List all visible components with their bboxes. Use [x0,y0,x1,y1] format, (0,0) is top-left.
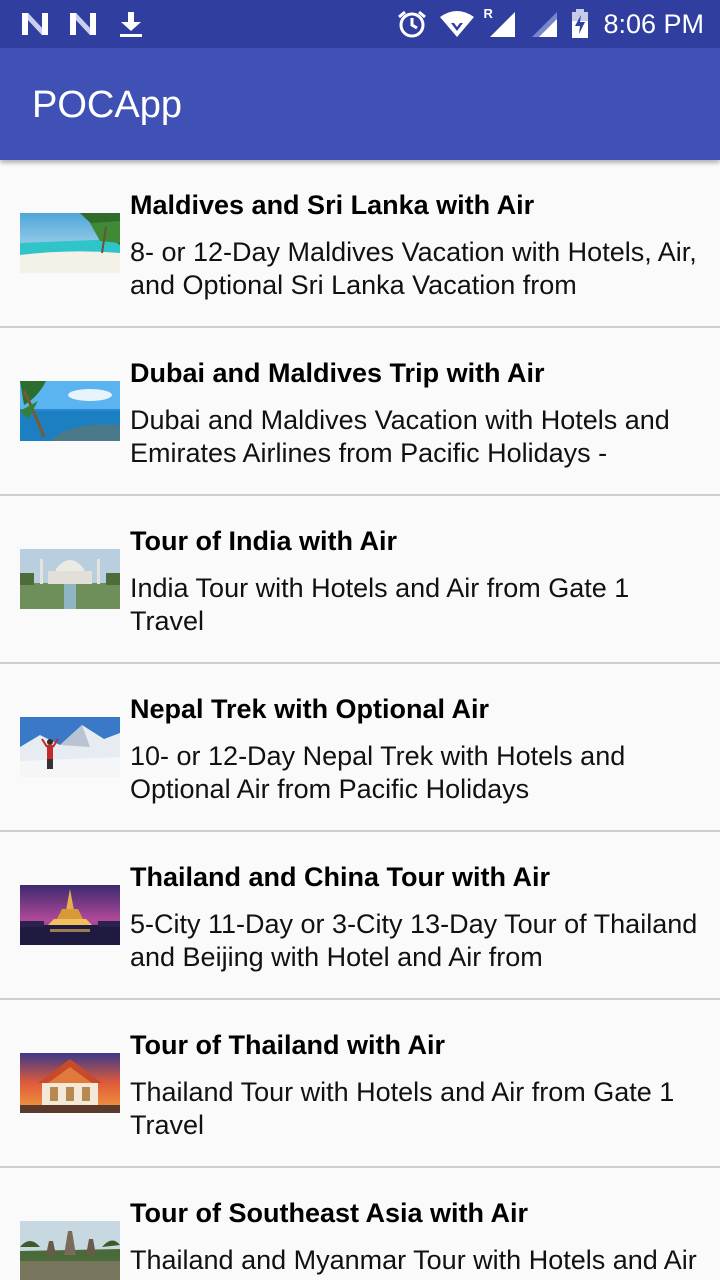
deals-list[interactable]: Maldives and Sri Lanka with Air 8- or 12… [0,160,720,1280]
thai-temple-night-thumbnail [20,885,120,945]
list-item[interactable]: Nepal Trek with Optional Air 10- or 12-D… [0,664,720,832]
deal-description: Thailand and Myanmar Tour with Hotels an… [130,1245,697,1280]
taj-mahal-thumbnail [20,549,120,609]
list-item[interactable]: Maldives and Sri Lanka with Air 8- or 12… [0,160,720,328]
list-item[interactable]: Tour of Thailand with Air Thailand Tour … [0,1000,720,1168]
deal-description: Thailand Tour with Hotels and Air from G… [130,1077,675,1140]
wifi-icon [439,10,475,38]
list-item[interactable]: Tour of Southeast Asia with Air Thailand… [0,1168,720,1280]
battery-charging-icon [571,9,589,39]
deal-title: Tour of Southeast Asia with Air [130,1198,529,1228]
deal-description: Dubai and Maldives Vacation with Hotels … [130,405,670,468]
status-bar-notifications [20,8,164,40]
roaming-label: R [483,6,493,21]
download-icon [116,10,146,38]
alarm-icon [397,9,427,39]
list-item[interactable]: Dubai and Maldives Trip with Air Dubai a… [0,328,720,496]
signal-roaming-icon: R [483,6,517,38]
deal-title: Tour of Thailand with Air [130,1030,445,1060]
list-item[interactable]: Thailand and China Tour with Air 5-City … [0,832,720,1000]
mountain-trekker-thumbnail [20,717,120,777]
deal-description: 5-City 11-Day or 3-City 13-Day Tour of T… [130,909,698,972]
deal-title: Thailand and China Tour with Air [130,862,550,892]
deal-title: Tour of India with Air [130,526,397,556]
deal-title: Maldives and Sri Lanka with Air [130,190,535,220]
n-notification-icon [20,11,50,37]
n-notification-icon [68,11,98,37]
deal-description: 10- or 12-Day Nepal Trek with Hotels and… [130,741,626,804]
status-bar-system: R 8:06 PM [385,6,704,40]
list-item[interactable]: Tour of India with Air India Tour with H… [0,496,720,664]
beach-palm-thumbnail [20,213,120,273]
palm-ocean-thumbnail [20,381,120,441]
status-bar: R 8:06 PM [0,0,720,48]
deal-title: Dubai and Maldives Trip with Air [130,358,545,388]
deal-title: Nepal Trek with Optional Air [130,694,490,724]
thai-temple-sunset-thumbnail [20,1053,120,1113]
app-bar: POCApp [0,48,720,160]
deal-description: 8- or 12-Day Maldives Vacation with Hote… [130,237,697,300]
signal-icon [529,10,559,38]
deal-description: India Tour with Hotels and Air from Gate… [130,573,630,636]
app-title: POCApp [32,84,182,126]
temple-ruins-thumbnail [20,1221,120,1280]
status-time: 8:06 PM [603,8,704,39]
